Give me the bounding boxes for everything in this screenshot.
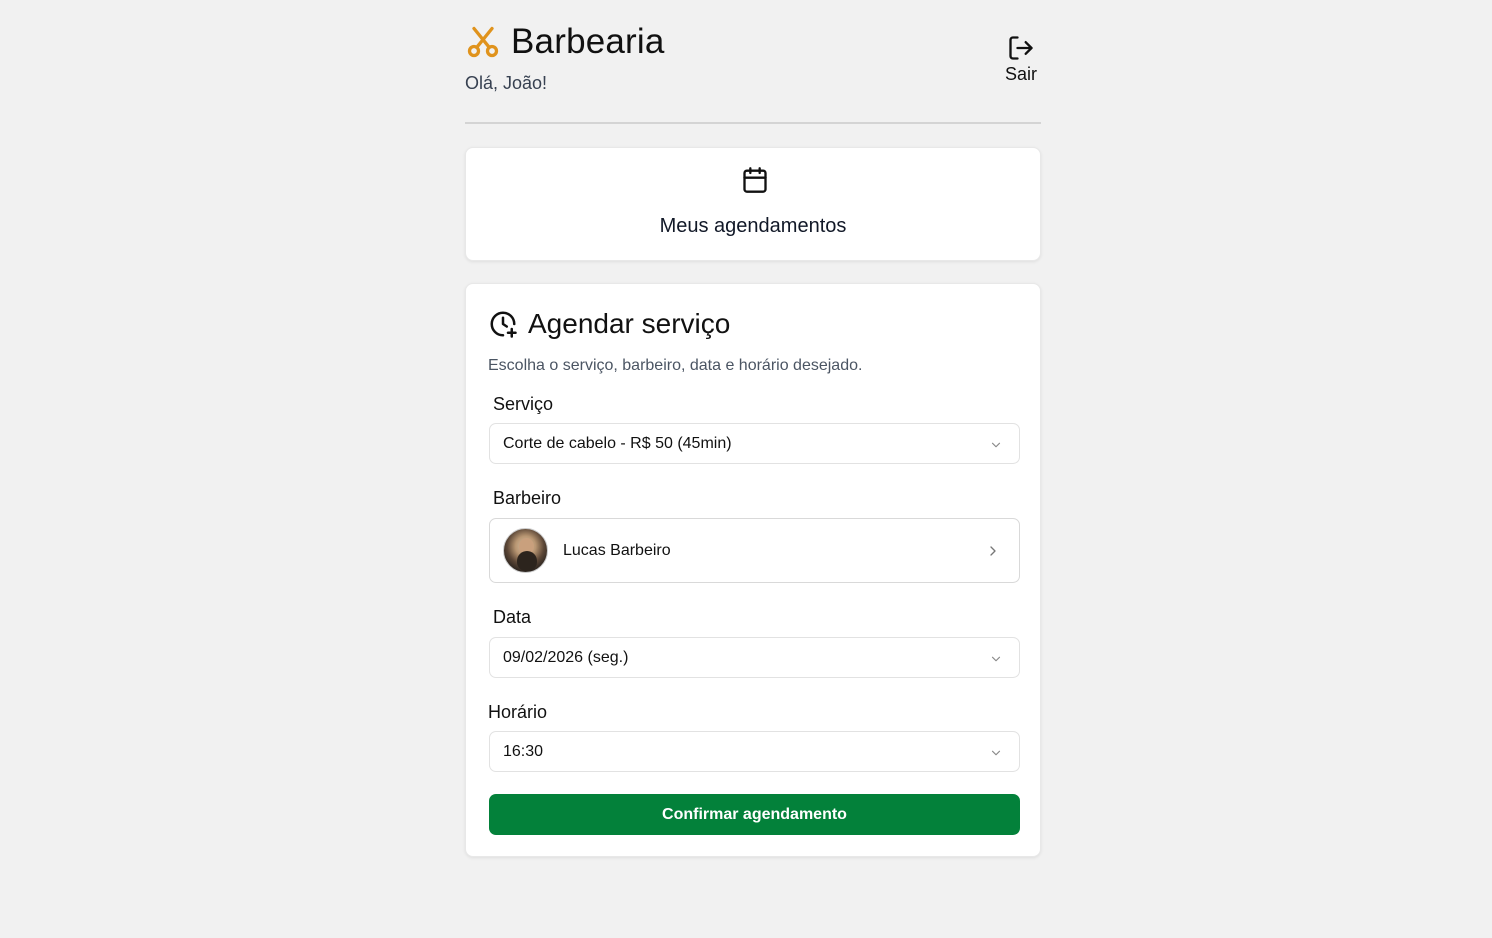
date-select[interactable]: 09/02/2026 (seg.) [489, 637, 1020, 678]
logout-icon [1009, 36, 1033, 60]
schedule-service-card: Agendar serviço Escolha o serviço, barbe… [465, 283, 1041, 857]
my-appointments-label: Meus agendamentos [659, 215, 847, 237]
logout-button[interactable]: Sair [1001, 34, 1041, 85]
chevron-down-icon [991, 750, 1001, 756]
schedule-description: Escolha o serviço, barbeiro, data e horá… [488, 357, 863, 374]
confirm-booking-button[interactable]: Confirmar agendamento [489, 794, 1020, 835]
calendar-icon [743, 167, 767, 193]
service-value: Corte de cabelo - R$ 50 (45min) [503, 434, 732, 452]
my-appointments-card[interactable]: Meus agendamentos [465, 147, 1041, 261]
schedule-header: Agendar serviço [488, 308, 730, 340]
service-select[interactable]: Corte de cabelo - R$ 50 (45min) [489, 423, 1020, 464]
greeting-text: Olá, João! [465, 73, 548, 93]
barber-selector[interactable]: Lucas Barbeiro [489, 518, 1020, 583]
date-value: 09/02/2026 (seg.) [503, 648, 629, 666]
chevron-down-icon [991, 442, 1001, 448]
clock-plus-icon [490, 311, 517, 338]
time-value: 16:30 [503, 742, 544, 760]
barber-name: Lucas Barbeiro [563, 541, 671, 559]
header: Barbearia Olá, João! Sair [465, 0, 1041, 124]
chevron-right-icon [990, 546, 996, 556]
service-label: Serviço [493, 394, 554, 414]
date-label: Data [493, 607, 532, 627]
time-select[interactable]: 16:30 [489, 731, 1020, 772]
schedule-title: Agendar serviço [528, 308, 731, 339]
brand: Barbearia [465, 22, 665, 62]
time-label: Horário [488, 702, 548, 722]
app-container: Barbearia Olá, João! Sair Meus agendamen… [465, 0, 1041, 857]
avatar [503, 528, 548, 573]
chevron-down-icon [991, 656, 1001, 662]
barber-label: Barbeiro [493, 488, 562, 508]
scissors-icon [467, 26, 499, 58]
app-title: Barbearia [511, 22, 665, 61]
logout-label: Sair [1004, 64, 1037, 84]
